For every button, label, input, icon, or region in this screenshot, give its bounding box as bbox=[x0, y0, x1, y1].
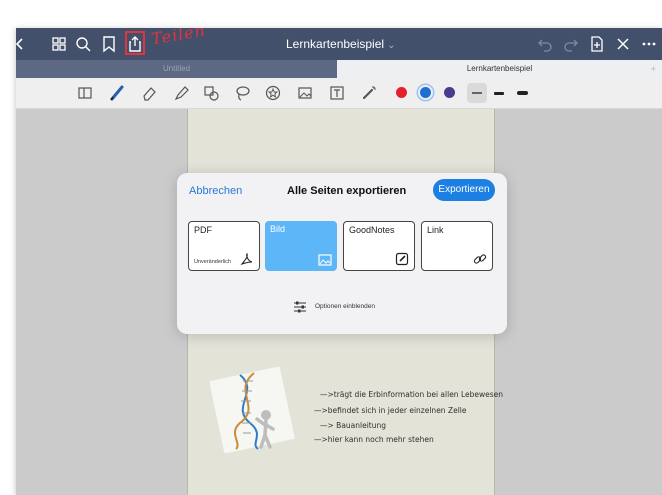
chevron-down-icon: ⌄ bbox=[387, 40, 396, 51]
dialog-title: Alle Seiten exportieren bbox=[287, 185, 407, 197]
lasso-icon[interactable] bbox=[234, 84, 252, 102]
more-icon[interactable] bbox=[640, 35, 658, 53]
cancel-button[interactable]: Abbrechen bbox=[189, 185, 242, 197]
tab-bar: Untitled × Lernkartenbeispiel + bbox=[16, 60, 662, 78]
link-icon bbox=[473, 254, 487, 264]
stroke-thin-button[interactable] bbox=[467, 83, 487, 103]
search-icon[interactable] bbox=[74, 35, 92, 53]
new-tab-icon[interactable]: + bbox=[651, 60, 656, 78]
acrobat-icon bbox=[240, 252, 253, 266]
note-line-2: —>befindet sich in jeder einzelnen Zelle bbox=[314, 406, 467, 415]
grid-icon[interactable] bbox=[50, 35, 68, 53]
color-purple-swatch[interactable] bbox=[444, 87, 455, 98]
tab-lernkartenbeispiel[interactable]: Lernkartenbeispiel bbox=[337, 60, 662, 78]
note-line-4: —>hier kann noch mehr stehen bbox=[314, 435, 434, 444]
color-blue-swatch[interactable] bbox=[420, 87, 431, 98]
stroke-thin-line bbox=[472, 92, 482, 94]
title-bar: Teilen Lernkartenbeispiel ⌄ bbox=[16, 28, 662, 60]
close-icon[interactable] bbox=[16, 35, 28, 53]
document-title-text: Lernkartenbeispiel bbox=[286, 37, 385, 51]
document-title[interactable]: Lernkartenbeispiel ⌄ bbox=[286, 37, 406, 51]
teilen-annotation: Teilen bbox=[149, 28, 208, 49]
stroke-medium-button[interactable] bbox=[494, 92, 504, 95]
export-option-link-label: Link bbox=[427, 225, 444, 235]
sticker-icon[interactable] bbox=[264, 84, 282, 102]
export-dialog: Abbrechen Alle Seiten exportieren Export… bbox=[177, 173, 507, 334]
sliders-icon bbox=[294, 301, 306, 313]
undo-icon[interactable] bbox=[536, 35, 554, 53]
tab-untitled[interactable]: Untitled bbox=[16, 60, 337, 78]
image-icon bbox=[318, 254, 332, 266]
text-icon[interactable] bbox=[328, 84, 346, 102]
laser-icon[interactable] bbox=[360, 84, 378, 102]
stroke-thick-button[interactable] bbox=[517, 91, 528, 95]
eraser-icon[interactable] bbox=[140, 84, 158, 102]
add-page-icon[interactable] bbox=[588, 35, 606, 53]
close-icon[interactable] bbox=[614, 35, 632, 53]
export-option-pdf-label: PDF bbox=[194, 225, 212, 235]
color-red-swatch[interactable] bbox=[396, 87, 407, 98]
shape-icon[interactable] bbox=[202, 84, 220, 102]
show-options-label: Optionen einblenden bbox=[315, 303, 375, 310]
note-line-3: —> Bauanleitung bbox=[320, 421, 387, 430]
export-option-link[interactable]: Link bbox=[421, 221, 493, 271]
export-option-pdf[interactable]: PDF Unveränderlich bbox=[188, 221, 260, 271]
note-line-1: —>trägt die Erbinformation bei allen Leb… bbox=[320, 390, 504, 399]
export-option-bild[interactable]: Bild bbox=[265, 221, 337, 271]
share-icon[interactable] bbox=[126, 35, 144, 53]
highlighter-icon[interactable] bbox=[172, 84, 190, 102]
export-option-goodnotes-label: GoodNotes bbox=[349, 225, 395, 235]
pen-icon[interactable] bbox=[108, 84, 126, 102]
app-screenshot: Teilen Lernkartenbeispiel⌄ Untitled × Le… bbox=[16, 28, 662, 495]
dna-figure-image bbox=[210, 366, 295, 453]
export-button[interactable]: Exportieren bbox=[433, 179, 495, 201]
image-icon[interactable] bbox=[296, 84, 314, 102]
panel-icon[interactable] bbox=[76, 84, 94, 102]
goodnotes-icon bbox=[395, 252, 409, 266]
export-option-pdf-sublabel: Unveränderlich bbox=[194, 259, 231, 265]
bookmark-icon[interactable] bbox=[100, 35, 118, 53]
tool-bar bbox=[16, 78, 662, 109]
redo-icon[interactable] bbox=[562, 35, 580, 53]
export-option-goodnotes[interactable]: GoodNotes bbox=[343, 221, 415, 271]
export-option-bild-label: Bild bbox=[270, 224, 286, 234]
